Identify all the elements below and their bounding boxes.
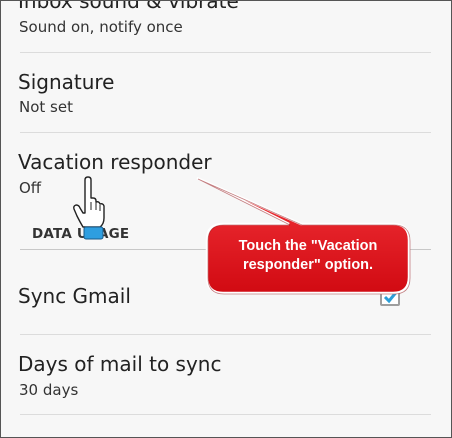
callout-text: Touch the "Vacation responder" option.: [215, 237, 401, 275]
callout-bubble: [196, 176, 411, 295]
settings-screen: Inbox sound & vibrate Sound on, notify o…: [0, 0, 452, 438]
callout-line-2: responder" option.: [242, 257, 374, 273]
hand-pointer-icon: [73, 176, 105, 240]
callout-line-1: Touch the "Vacation: [238, 238, 378, 254]
